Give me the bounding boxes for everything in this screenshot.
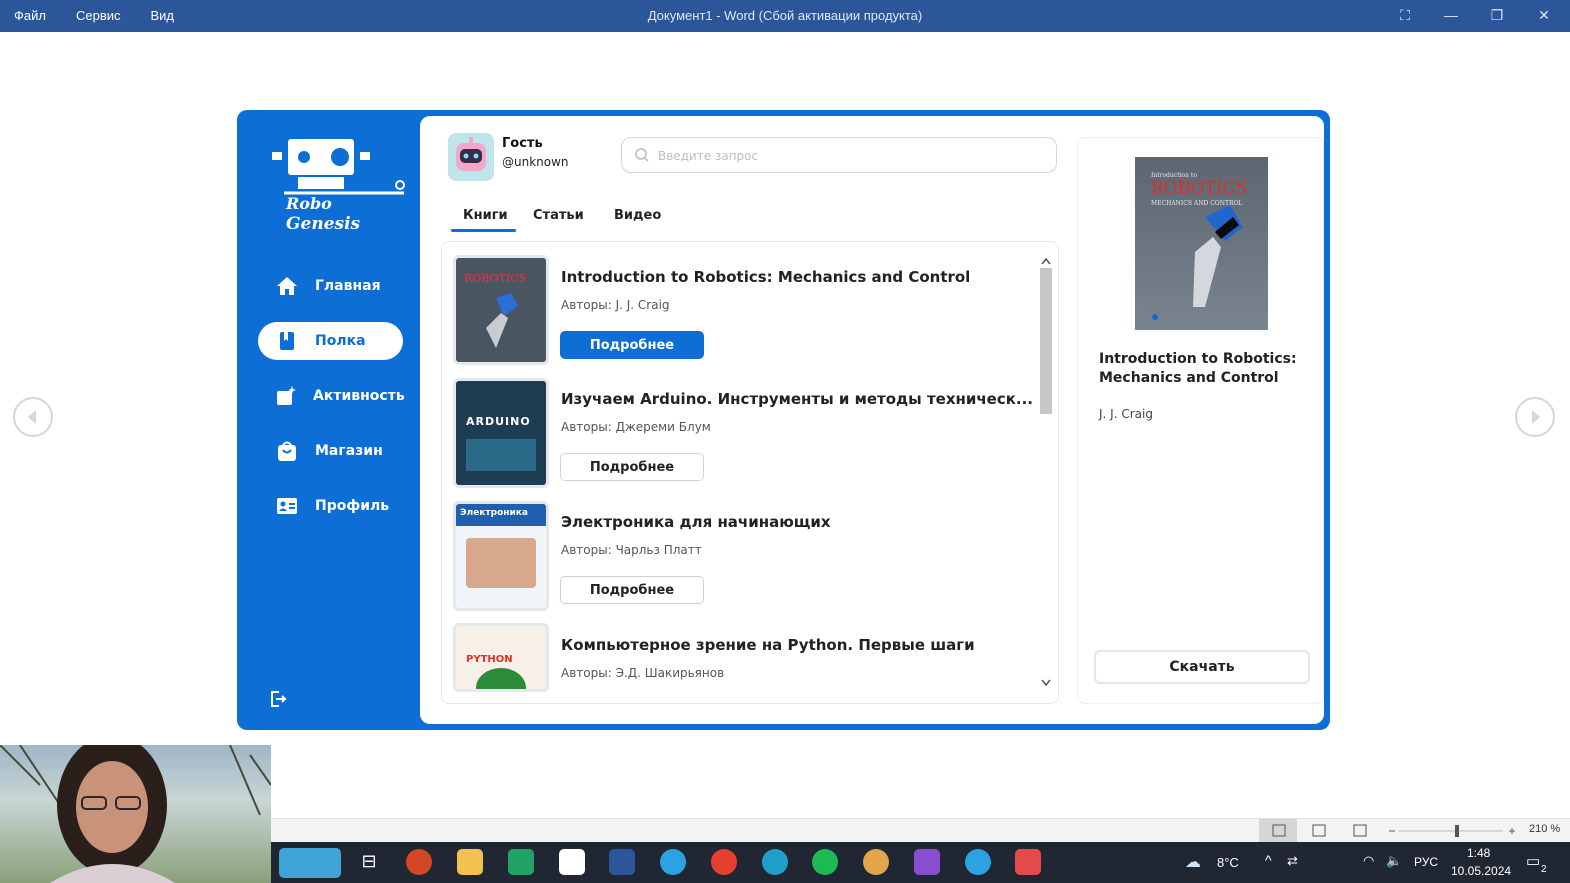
details-button[interactable]: Подробнее [560, 331, 704, 359]
profile-card-icon [275, 494, 299, 518]
book-title[interactable]: Изучаем Arduino. Инструменты и методы те… [561, 390, 1033, 408]
nav-item-shelf[interactable]: Полка [258, 322, 403, 360]
search-box[interactable] [621, 137, 1057, 173]
widgets-icon[interactable] [279, 848, 341, 878]
webcam-person-image [0, 745, 271, 883]
book-cover[interactable]: ROBOTICS [453, 255, 549, 365]
book-title[interactable]: Электроника для начинающих [561, 513, 831, 531]
bookmark-icon [275, 329, 299, 353]
board-image [466, 439, 536, 471]
wifi-icon[interactable]: ◠ [1363, 853, 1374, 869]
nav-label: Активность [313, 388, 405, 404]
book-authors: Авторы: Джереми Блум [561, 420, 711, 434]
book-cover[interactable]: PYTHON [453, 623, 549, 692]
tab-videos[interactable]: Видео [614, 208, 661, 223]
word-title-bar: Файл Сервис Вид Документ1 - Word (Сбой а… [0, 0, 1570, 32]
tray-chevron-icon[interactable]: ^ [1265, 852, 1272, 868]
nav-label: Главная [315, 278, 381, 294]
search-icon [635, 148, 649, 162]
book-title[interactable]: Introduction to Robotics: Mechanics and … [561, 268, 970, 286]
nav-item-home[interactable]: Главная [258, 267, 403, 305]
clock-time[interactable]: 1:48 [1467, 846, 1490, 860]
app-active-icon[interactable] [1015, 849, 1041, 875]
logout-icon[interactable] [268, 689, 288, 709]
spotify-icon[interactable] [812, 849, 838, 875]
robot-avatar-icon [456, 137, 486, 171]
nav-label: Полка [315, 333, 366, 349]
app-qc-icon[interactable] [508, 849, 534, 875]
detail-author: J. J. Craig [1099, 407, 1153, 421]
detail-book-cover: Introduction to ROBOTICS MECHANICS AND C… [1135, 157, 1268, 330]
notifications-count: 2 [1541, 864, 1547, 875]
book-authors: Авторы: Чарльз Платт [561, 543, 702, 557]
webcam-overlay [0, 745, 271, 883]
close-icon[interactable]: ✕ [1534, 5, 1554, 25]
weather-temp[interactable]: 8°C [1217, 855, 1239, 870]
tab-articles[interactable]: Статьи [533, 208, 584, 223]
edge-icon[interactable] [762, 849, 788, 875]
minimize-icon[interactable]: — [1441, 5, 1461, 25]
window-title: Документ1 - Word (Сбой активации продукт… [647, 8, 923, 23]
language-indicator[interactable]: РУС [1414, 855, 1438, 869]
snake-image [476, 668, 526, 689]
nav-item-activity[interactable]: Активность [258, 377, 405, 415]
next-arrow-button[interactable] [1515, 397, 1555, 437]
restore-icon[interactable]: ❐ [1487, 5, 1507, 25]
powerpoint-icon[interactable] [406, 849, 432, 875]
focus-mode-icon[interactable]: ⛶ [1395, 5, 1415, 25]
file-explorer-icon[interactable] [457, 849, 483, 875]
robot-hand-image [486, 293, 518, 348]
cover-text: ARDUINO [466, 415, 531, 428]
active-tab-indicator [451, 229, 516, 232]
book-cover[interactable]: Электроника [453, 501, 549, 611]
volume-icon[interactable]: 🔈 [1386, 853, 1402, 869]
cover-text: PYTHON [466, 654, 513, 665]
user-handle: @unknown [502, 155, 569, 169]
word-status-bar [271, 818, 1570, 843]
tab-books[interactable]: Книги [463, 208, 508, 223]
book-title[interactable]: Компьютерное зрение на Python. Первые ша… [561, 636, 975, 654]
app-avatar-icon[interactable] [863, 849, 889, 875]
svg-text:Robo: Robo [285, 194, 332, 213]
book-authors: Авторы: Э.Д. Шакирьянов [561, 666, 725, 680]
zoom-level[interactable]: 210 % [1529, 823, 1560, 835]
search-input[interactable] [658, 146, 1038, 166]
weather-cloud-icon: ☁ [1185, 854, 1201, 871]
notifications-icon[interactable]: ▭ [1526, 852, 1540, 870]
avatar[interactable] [448, 133, 494, 181]
svg-text:Genesis: Genesis [286, 214, 361, 234]
details-button[interactable]: Подробнее [560, 453, 704, 481]
activity-icon [275, 384, 297, 408]
chevron-left-icon [28, 410, 36, 424]
hands-image [466, 538, 536, 588]
book-cover[interactable]: ARDUINO [453, 378, 549, 488]
notion-icon[interactable] [559, 849, 585, 875]
clock-date[interactable]: 10.05.2024 [1451, 864, 1511, 878]
details-button[interactable]: Подробнее [560, 576, 704, 604]
home-icon [275, 274, 299, 298]
detail-title: Introduction to Robotics: Mechanics and … [1099, 351, 1297, 386]
chrome-icon[interactable] [711, 849, 737, 875]
network-icon[interactable]: ⇄ [1287, 853, 1298, 869]
nav-item-shop[interactable]: Магазин [258, 432, 403, 470]
nav-item-profile[interactable]: Профиль [258, 487, 403, 525]
visual-studio-icon[interactable] [914, 849, 940, 875]
book-authors: Авторы: J. J. Craig [561, 298, 670, 312]
shop-bag-icon [275, 439, 299, 463]
nav-label: Профиль [315, 498, 390, 514]
user-name: Гость [502, 136, 543, 151]
telegram-icon[interactable] [660, 849, 686, 875]
prev-arrow-button[interactable] [13, 397, 53, 437]
nav-label: Магазин [315, 443, 383, 459]
robo-genesis-logo: Robo Genesis [272, 139, 405, 234]
download-button[interactable]: Скачать [1094, 650, 1310, 684]
telegram-2-icon[interactable] [965, 849, 991, 875]
word-icon[interactable] [609, 849, 635, 875]
task-view-icon[interactable]: ⊟ [356, 849, 382, 875]
svg-text:ROBOTICS: ROBOTICS [1151, 178, 1247, 198]
scrollbar-thumb[interactable] [1040, 268, 1052, 414]
cover-text: Электроника [460, 508, 528, 518]
chevron-right-icon [1532, 410, 1540, 424]
